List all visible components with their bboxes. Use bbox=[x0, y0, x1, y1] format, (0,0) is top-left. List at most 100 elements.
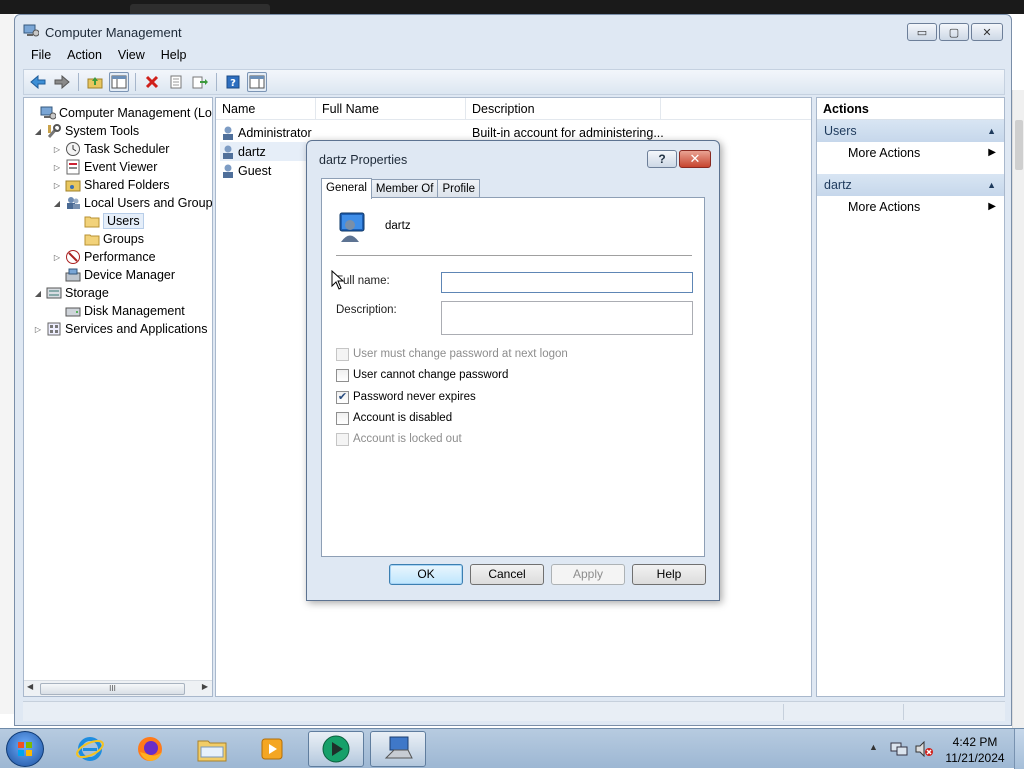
tab-profile[interactable]: Profile bbox=[437, 179, 481, 198]
collapse-triangle-icon[interactable]: ◢ bbox=[51, 199, 63, 208]
dialog-help-button[interactable]: ? bbox=[647, 150, 677, 168]
up-one-level-button[interactable] bbox=[85, 72, 105, 92]
scroll-right-icon[interactable]: ▶ bbox=[202, 682, 208, 691]
account-locked-out-checkbox[interactable]: Account is locked out bbox=[336, 431, 462, 447]
help-button[interactable]: ? bbox=[223, 72, 243, 92]
windows-logo-icon bbox=[18, 742, 32, 756]
forward-button[interactable] bbox=[52, 72, 72, 92]
window-title: Computer Management bbox=[45, 25, 182, 40]
system-clock[interactable]: 4:42 PM 11/21/2024 bbox=[940, 734, 1010, 766]
dialog-close-button[interactable]: ✕ bbox=[679, 150, 711, 168]
more-actions-label: More Actions bbox=[848, 200, 921, 214]
desktop-scrollbar[interactable] bbox=[1012, 90, 1024, 730]
network-icon[interactable] bbox=[890, 741, 908, 757]
tree-horizontal-scrollbar[interactable]: ◀ III ▶ bbox=[24, 680, 212, 696]
more-actions-dartz[interactable]: More Actions ▶ bbox=[817, 196, 1004, 218]
list-header: Name Full Name Description bbox=[216, 98, 811, 120]
delete-button[interactable] bbox=[142, 72, 162, 92]
full-name-input[interactable] bbox=[441, 272, 693, 293]
show-hide-action-pane-button[interactable] bbox=[247, 72, 267, 92]
user-icon bbox=[223, 145, 233, 159]
taskbar-media-center[interactable] bbox=[308, 731, 364, 767]
folder-up-icon bbox=[87, 77, 103, 89]
column-header-description[interactable]: Description bbox=[466, 98, 661, 120]
menu-help[interactable]: Help bbox=[153, 46, 195, 66]
column-header-name[interactable]: Name bbox=[216, 98, 316, 120]
tree-item-label: Computer Management (Local bbox=[59, 106, 213, 120]
tree-item-storage[interactable]: ◢ Storage bbox=[32, 284, 109, 302]
account-disabled-checkbox[interactable]: Account is disabled bbox=[336, 410, 452, 426]
show-hide-console-tree-button[interactable] bbox=[109, 72, 129, 92]
cancel-button[interactable]: Cancel bbox=[470, 564, 544, 585]
expand-triangle-icon[interactable]: ▷ bbox=[51, 145, 63, 154]
tab-general[interactable]: General bbox=[321, 178, 372, 199]
description-input[interactable] bbox=[441, 301, 693, 335]
collapse-up-icon: ▲ bbox=[987, 180, 996, 190]
actions-group-dartz[interactable]: dartz ▲ bbox=[817, 174, 1004, 196]
back-button[interactable] bbox=[28, 72, 48, 92]
menu-file[interactable]: File bbox=[23, 46, 59, 66]
computer-management-icon bbox=[23, 24, 39, 37]
show-hidden-icons-icon[interactable]: ▲ bbox=[869, 742, 878, 752]
tree-item-device-manager[interactable]: Device Manager bbox=[51, 266, 175, 284]
export-list-button[interactable] bbox=[190, 72, 210, 92]
tree-item-local-users-and-groups[interactable]: ◢ Local Users and Groups bbox=[51, 194, 212, 212]
password-never-expires-checkbox[interactable]: ✔ Password never expires bbox=[336, 389, 476, 405]
submenu-arrow-icon: ▶ bbox=[988, 201, 996, 212]
volume-muted-icon[interactable] bbox=[914, 741, 934, 757]
tab-member-of[interactable]: Member Of bbox=[370, 179, 439, 198]
help-icon: ? bbox=[226, 75, 240, 89]
table-row[interactable]: Guest bbox=[220, 161, 306, 180]
expand-triangle-icon[interactable]: ▷ bbox=[51, 163, 63, 172]
title-bar[interactable]: Computer Management ▭ ▢ ✕ bbox=[15, 15, 1011, 45]
folder-icon bbox=[84, 216, 100, 228]
ok-button[interactable]: OK bbox=[389, 564, 463, 585]
device-manager-icon bbox=[65, 268, 81, 282]
collapse-triangle-icon[interactable]: ◢ bbox=[32, 289, 44, 298]
scroll-thumb[interactable]: III bbox=[40, 683, 185, 695]
taskbar-firefox[interactable] bbox=[122, 731, 178, 767]
minimize-button[interactable]: ▭ bbox=[907, 23, 937, 41]
menu-action[interactable]: Action bbox=[59, 46, 110, 66]
tree-item-groups[interactable]: Groups bbox=[70, 230, 144, 248]
close-button[interactable]: ✕ bbox=[971, 23, 1003, 41]
show-desktop-button[interactable] bbox=[1014, 729, 1024, 769]
start-button[interactable] bbox=[6, 731, 44, 767]
taskbar-file-explorer[interactable] bbox=[184, 731, 240, 767]
desktop-scrollbar-thumb[interactable] bbox=[1015, 120, 1023, 170]
cannot-change-password-checkbox[interactable]: User cannot change password bbox=[336, 367, 508, 383]
tree-item-shared-folders[interactable]: ▷ Shared Folders bbox=[51, 176, 170, 194]
expand-triangle-icon[interactable]: ▷ bbox=[51, 253, 63, 262]
clock-date: 11/21/2024 bbox=[945, 751, 1005, 765]
taskbar-media-player[interactable] bbox=[244, 731, 300, 767]
help-button-dialog[interactable]: Help bbox=[632, 564, 706, 585]
menu-view[interactable]: View bbox=[110, 46, 153, 66]
properties-button[interactable] bbox=[166, 72, 186, 92]
table-row[interactable]: dartz bbox=[220, 142, 306, 161]
apply-button[interactable]: Apply bbox=[551, 564, 625, 585]
forward-arrow-icon bbox=[54, 75, 70, 89]
maximize-button[interactable]: ▢ bbox=[939, 23, 969, 41]
tree-item-users[interactable]: Users bbox=[70, 212, 144, 230]
taskbar-computer-management[interactable] bbox=[370, 731, 426, 767]
expand-triangle-icon[interactable]: ▷ bbox=[32, 325, 44, 334]
event-viewer-icon bbox=[66, 159, 80, 175]
checkbox-label: Account is locked out bbox=[353, 433, 462, 445]
tree-item-system-tools[interactable]: ◢ System Tools bbox=[32, 122, 139, 140]
taskbar-internet-explorer[interactable] bbox=[62, 731, 118, 767]
collapse-triangle-icon[interactable]: ◢ bbox=[32, 127, 44, 136]
column-header-full-name[interactable]: Full Name bbox=[316, 98, 466, 120]
must-change-password-checkbox[interactable]: User must change password at next logon bbox=[336, 346, 568, 362]
tree-item-performance[interactable]: ▷ Performance bbox=[51, 248, 156, 266]
tree-item-task-scheduler[interactable]: ▷ Task Scheduler bbox=[51, 140, 169, 158]
scroll-left-icon[interactable]: ◀ bbox=[27, 682, 33, 691]
expand-triangle-icon[interactable]: ▷ bbox=[51, 181, 63, 190]
tree-item-disk-management[interactable]: Disk Management bbox=[51, 302, 185, 320]
export-list-icon bbox=[192, 76, 208, 89]
more-actions-users[interactable]: More Actions ▶ bbox=[817, 142, 1004, 164]
checkbox-box bbox=[336, 368, 349, 382]
actions-group-users[interactable]: Users ▲ bbox=[817, 120, 1004, 142]
tree-item-services-and-applications[interactable]: ▷ Services and Applications bbox=[32, 320, 208, 338]
tree-item-computer-management[interactable]: Computer Management (Local bbox=[26, 104, 213, 122]
tree-item-event-viewer[interactable]: ▷ Event Viewer bbox=[51, 158, 157, 176]
